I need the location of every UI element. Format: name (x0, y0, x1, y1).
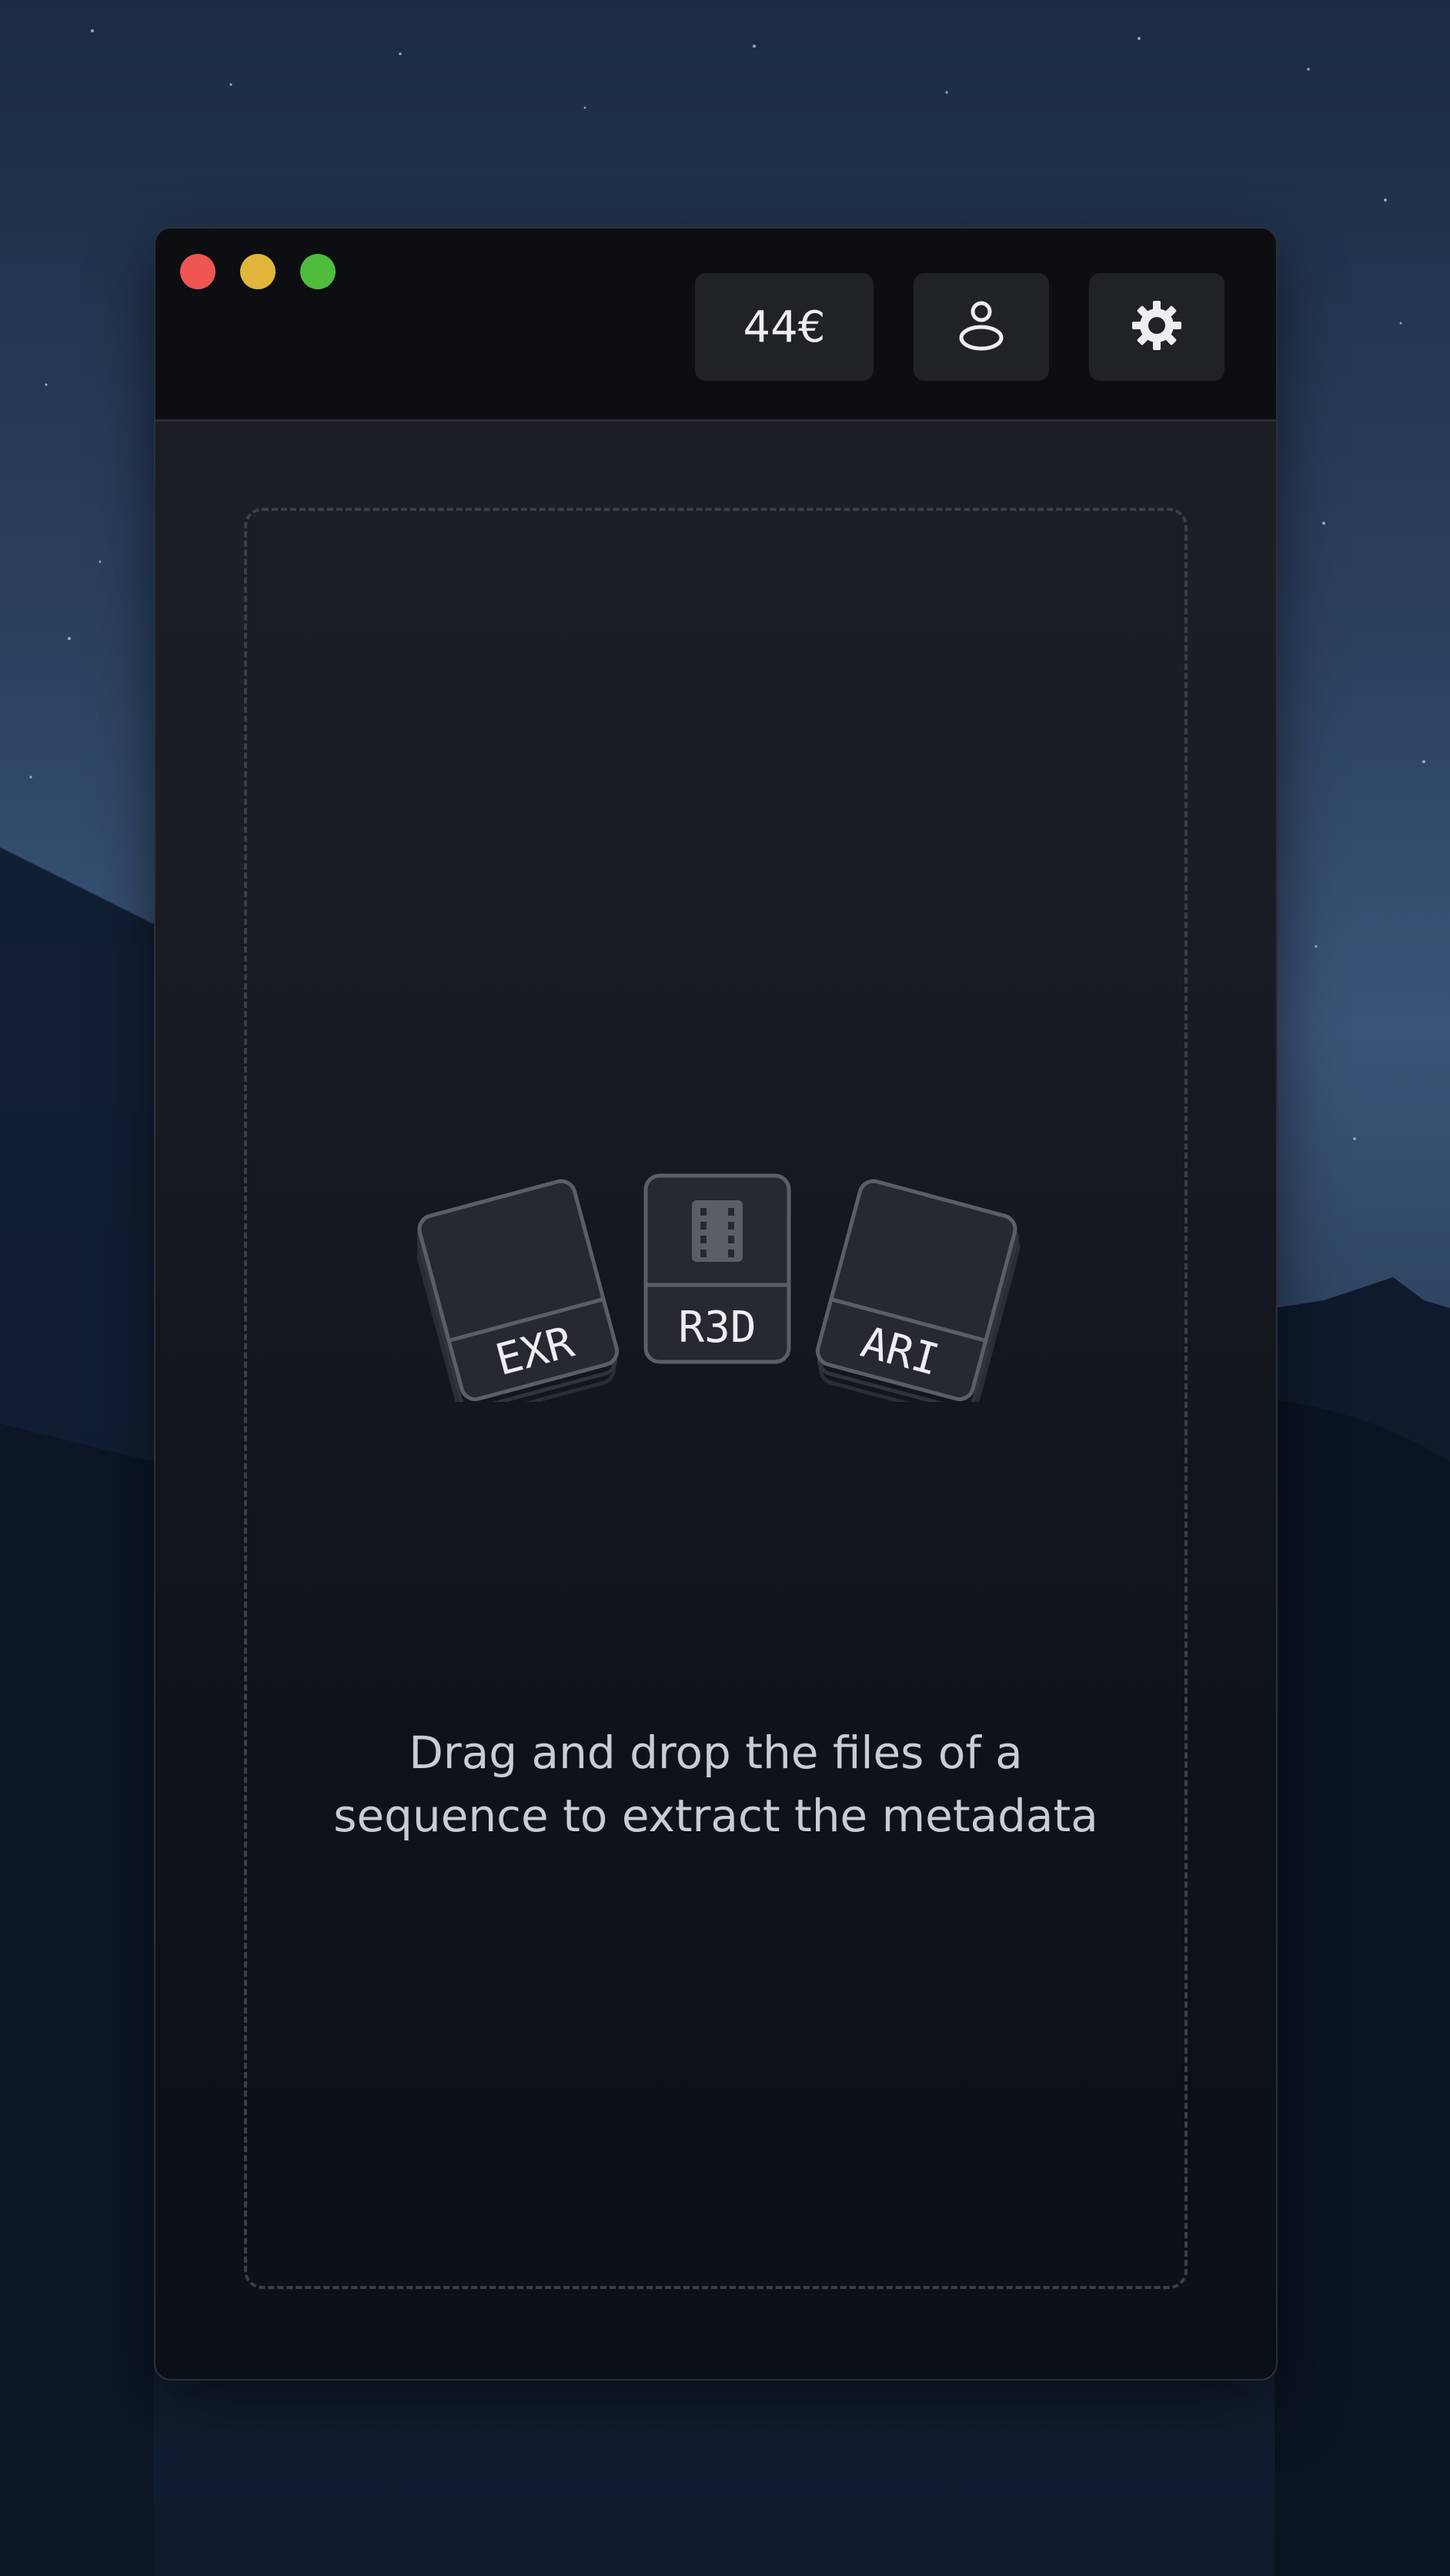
user-icon (957, 298, 1006, 357)
film-icon (692, 1200, 743, 1262)
drop-instructions: Drag and drop the files of a sequence to… (309, 1721, 1122, 1847)
ari-file-icon: ARI (815, 1179, 1021, 1420)
account-button[interactable] (914, 273, 1049, 381)
credits-button[interactable]: 44€ (695, 273, 874, 381)
file-types-illustration: EXR R3D ARI (414, 1171, 1033, 1420)
title-bar: 44€ (155, 229, 1276, 422)
gear-icon (1129, 298, 1184, 357)
minimize-window-button[interactable] (240, 254, 276, 289)
r3d-label: R3D (678, 1303, 756, 1353)
exr-file-icon: EXR (414, 1179, 620, 1420)
zoom-window-button[interactable] (300, 254, 336, 289)
instruction-line-2: sequence to extract the metadata (333, 1790, 1098, 1842)
r3d-file-icon: R3D (643, 1173, 791, 1364)
credits-label: 44€ (743, 302, 826, 352)
settings-button[interactable] (1089, 273, 1224, 381)
close-window-button[interactable] (180, 254, 215, 289)
app-window: 44€ EXR R3D ARI Drag and drop the files … (154, 227, 1278, 2381)
instruction-line-1: Drag and drop the files of a (409, 1727, 1023, 1779)
